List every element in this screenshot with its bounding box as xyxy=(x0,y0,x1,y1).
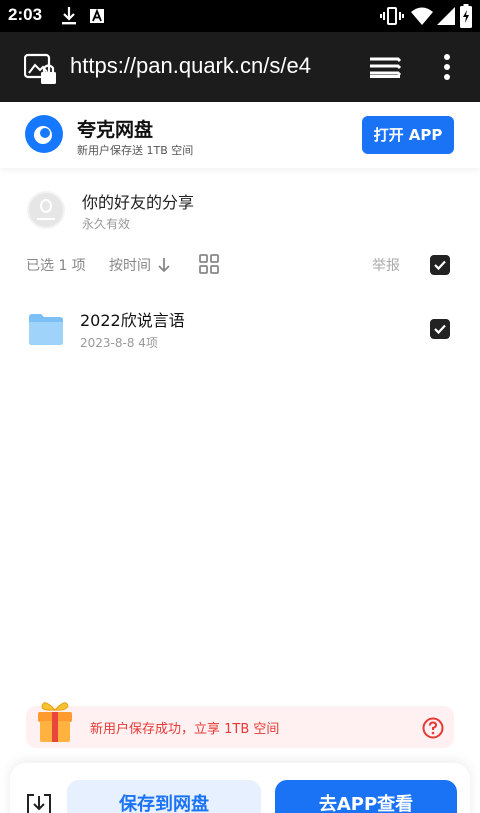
status-time: 2:03 xyxy=(8,5,43,24)
selected-count: 已选 1 项 xyxy=(26,258,86,274)
page: 2:03 https://pan.quark.cn/s/e4 夸克网盘 新用户保… xyxy=(0,0,480,813)
quark-logo-icon xyxy=(25,115,63,153)
report-link[interactable]: 举报 xyxy=(372,255,400,275)
browser-toolbar: https://pan.quark.cn/s/e4 xyxy=(0,32,480,102)
vibrate-icon xyxy=(380,7,404,25)
sharer-avatar xyxy=(27,191,65,229)
checkmark-icon xyxy=(434,260,446,271)
grid-view-icon[interactable] xyxy=(199,254,219,274)
app-promo-banner: 夸克网盘 新用户保存送 1TB 空间 打开 APP xyxy=(0,102,480,168)
save-to-drive-button[interactable]: 保存到网盘 xyxy=(67,780,261,813)
signal-icon xyxy=(437,7,455,25)
status-bar: 2:03 xyxy=(0,0,480,32)
transfer-download-icon[interactable] xyxy=(26,793,52,813)
tabs-icon[interactable] xyxy=(368,55,402,81)
share-validity: 永久有效 xyxy=(82,217,131,231)
banner-title: 夸克网盘 xyxy=(77,119,154,141)
select-all-checkbox[interactable] xyxy=(430,255,450,275)
new-user-promo: 新用户保存成功，立享 1TB 空间 xyxy=(26,706,454,748)
view-in-app-button[interactable]: 去APP查看 xyxy=(275,780,457,813)
more-options-icon[interactable] xyxy=(443,53,451,81)
download-icon xyxy=(62,7,76,25)
site-info-lock-icon[interactable] xyxy=(24,53,60,87)
open-app-button[interactable]: 打开 APP xyxy=(362,116,454,154)
sort-by-time-button[interactable]: 按时间 xyxy=(109,255,151,275)
sort-arrow-down-icon[interactable] xyxy=(157,257,171,273)
promo-text: 新用户保存成功，立享 1TB 空间 xyxy=(90,722,280,737)
help-icon[interactable] xyxy=(422,717,444,739)
wifi-icon xyxy=(411,7,433,25)
folder-icon xyxy=(29,314,63,345)
checkmark-icon xyxy=(434,324,446,335)
file-checkbox[interactable] xyxy=(430,319,450,339)
url-address-field[interactable]: https://pan.quark.cn/s/e4 xyxy=(70,53,352,79)
app-notification-icon xyxy=(90,9,104,23)
file-meta: 2023-8-8 4项 xyxy=(80,336,158,350)
gift-icon xyxy=(38,702,72,742)
battery-charging-icon xyxy=(460,4,472,28)
file-name[interactable]: 2022欣说言语 xyxy=(80,307,185,331)
banner-subtitle: 新用户保存送 1TB 空间 xyxy=(77,144,194,157)
sharer-name: 你的好友的分享 xyxy=(82,193,195,212)
